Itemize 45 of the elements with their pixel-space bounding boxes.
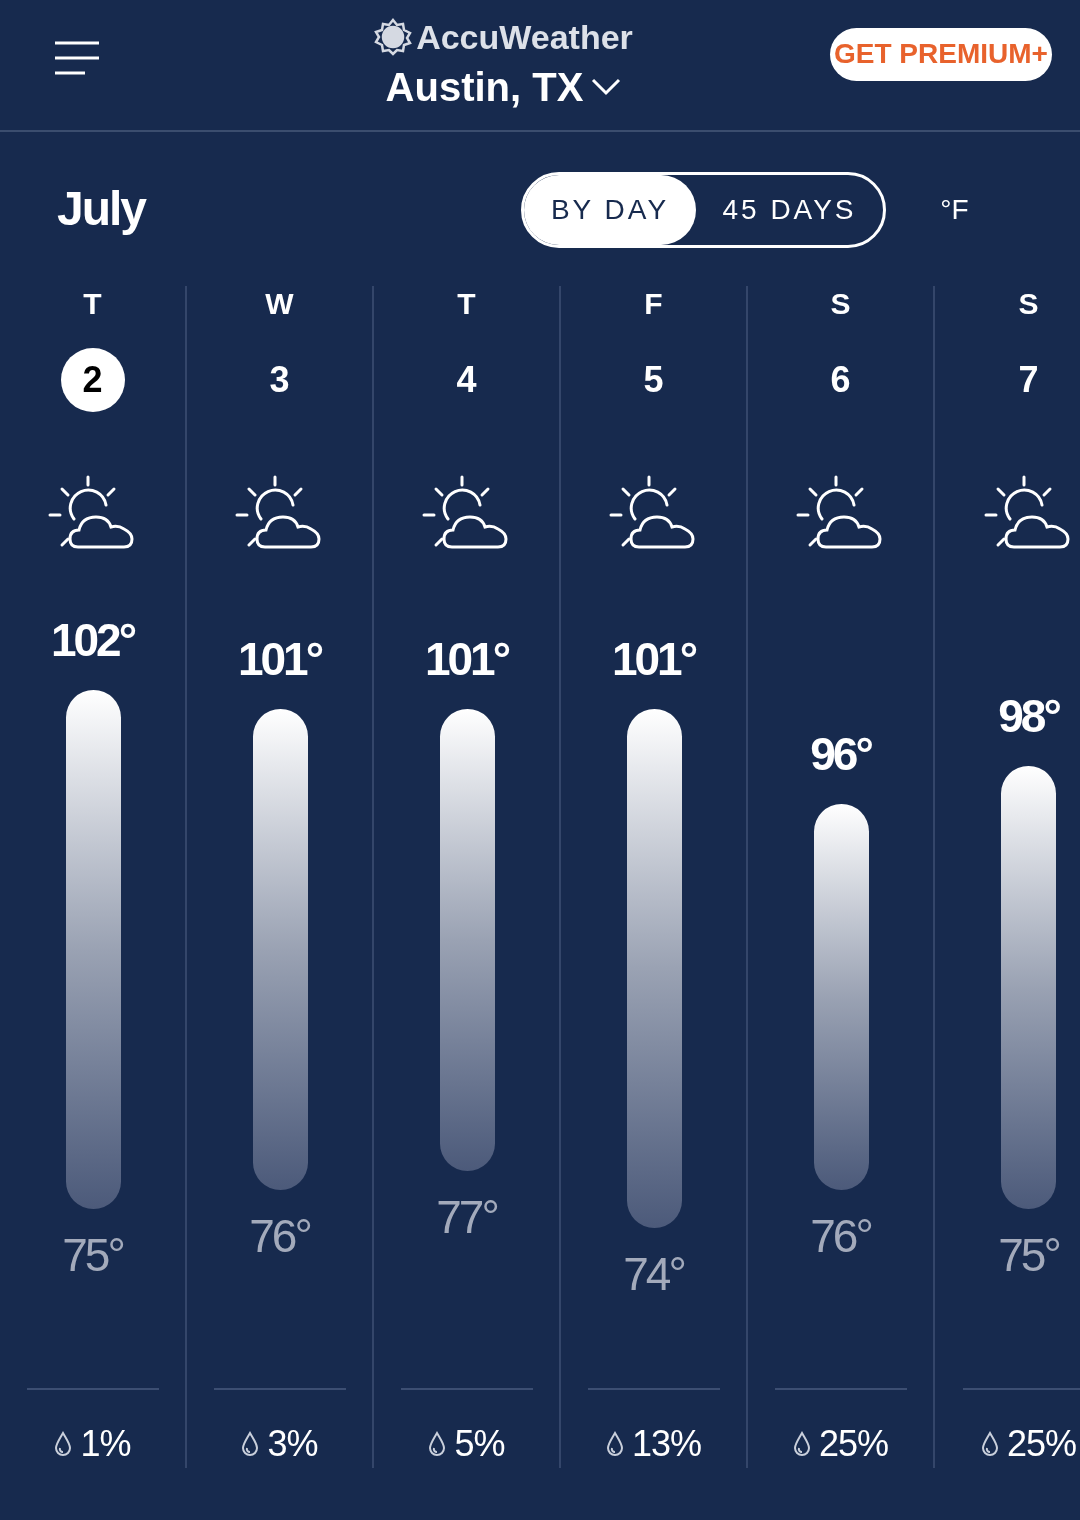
brand-name: AccuWeather bbox=[416, 16, 633, 58]
date-label[interactable]: 7 bbox=[996, 348, 1061, 412]
unit-toggle[interactable]: °F bbox=[886, 172, 1023, 248]
weekday-label: S bbox=[1018, 286, 1039, 322]
raindrop-icon bbox=[428, 1431, 447, 1457]
low-temperature: 77° bbox=[435, 1192, 498, 1242]
sun-logo-icon bbox=[374, 18, 413, 56]
high-temperature: 96° bbox=[809, 729, 873, 779]
weekday-label: W bbox=[265, 286, 294, 322]
high-temperature: 101° bbox=[610, 634, 697, 684]
date-label[interactable]: 2 bbox=[60, 348, 125, 412]
low-temperature: 75° bbox=[61, 1230, 124, 1280]
weekday-label: S bbox=[830, 286, 851, 322]
date-label[interactable]: 6 bbox=[808, 348, 873, 412]
view-tab[interactable]: 45 DAYS bbox=[696, 175, 883, 245]
precipitation-chance: 25% bbox=[1006, 1422, 1077, 1466]
weekday-label: T bbox=[457, 286, 476, 322]
precipitation-chance: 3% bbox=[267, 1422, 318, 1466]
view-tab[interactable]: BY DAY bbox=[524, 175, 696, 245]
chevron-down-icon bbox=[591, 77, 622, 96]
high-temperature: 101° bbox=[236, 634, 323, 684]
precipitation-chance: 1% bbox=[80, 1422, 131, 1466]
low-temperature: 76° bbox=[248, 1211, 311, 1261]
date-label[interactable]: 5 bbox=[621, 348, 686, 412]
location-selector[interactable]: Austin, TX bbox=[385, 62, 622, 111]
high-temperature: 98° bbox=[997, 691, 1061, 741]
menu-icon[interactable] bbox=[55, 41, 101, 75]
raindrop-icon bbox=[54, 1431, 73, 1457]
precipitation-chance: 13% bbox=[631, 1422, 702, 1466]
low-temperature: 74° bbox=[622, 1249, 685, 1299]
raindrop-icon bbox=[980, 1431, 999, 1457]
high-temperature: 101° bbox=[423, 634, 510, 684]
raindrop-icon bbox=[241, 1431, 260, 1457]
low-temperature: 76° bbox=[809, 1211, 872, 1261]
month-title: July bbox=[57, 181, 147, 237]
date-label[interactable]: 3 bbox=[247, 348, 312, 412]
precipitation-chance: 25% bbox=[818, 1422, 889, 1466]
low-temperature: 75° bbox=[997, 1230, 1060, 1280]
high-temperature: 102° bbox=[49, 615, 136, 665]
weekday-label: F bbox=[644, 286, 663, 322]
date-label[interactable]: 4 bbox=[434, 348, 499, 412]
raindrop-icon bbox=[605, 1431, 624, 1457]
weekday-label: T bbox=[83, 286, 102, 322]
raindrop-icon bbox=[792, 1431, 811, 1457]
precipitation-chance: 5% bbox=[454, 1422, 505, 1466]
